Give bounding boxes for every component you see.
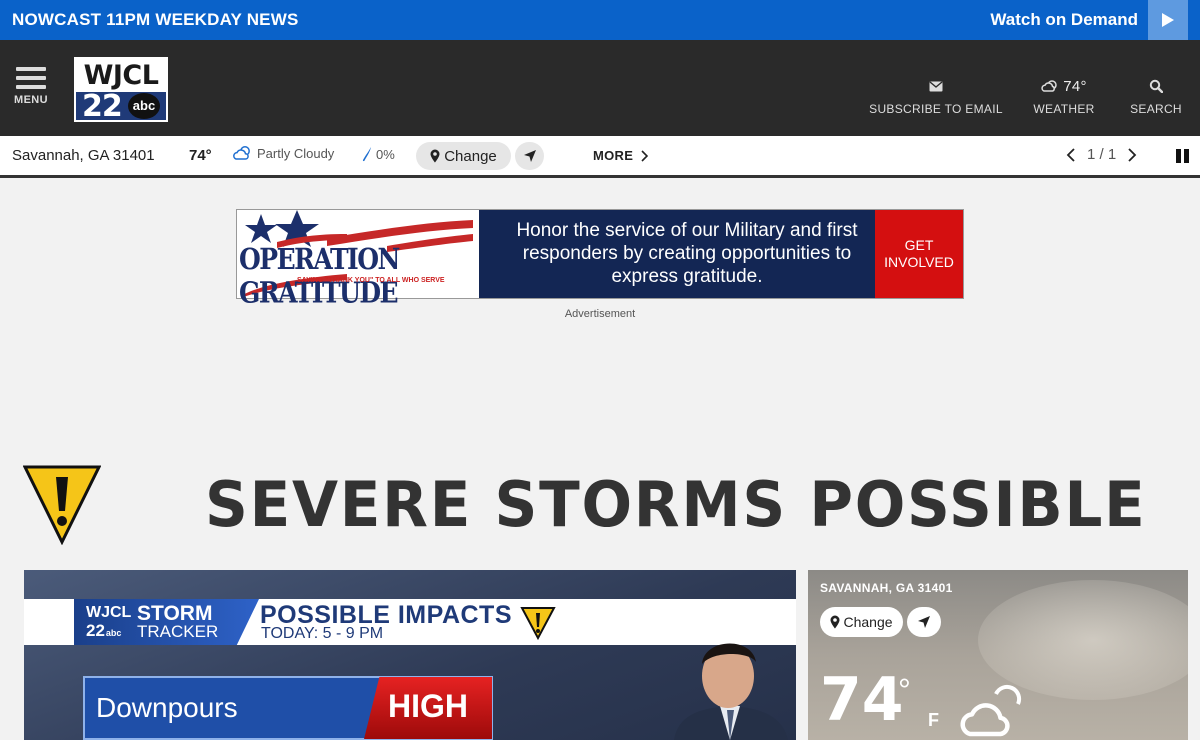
advertisement-banner[interactable]: OPERATION GRATITUDE SAYING "THANK YOU" T… <box>236 209 964 309</box>
widget-degree: ° <box>898 672 911 708</box>
search-icon <box>1126 76 1186 96</box>
more-label: MORE <box>593 148 634 163</box>
weather-label: WEATHER <box>1033 102 1095 116</box>
weather-bar: Savannah, GA 31401 74° Partly Cloudy 0% … <box>0 136 1200 178</box>
site-header: MENU WJCL 22 abc SUBSCRIBE TO EMAIL 74° … <box>0 40 1200 136</box>
ad-get-involved-button[interactable]: GET INVOLVED <box>875 210 963 298</box>
video-player[interactable]: WJCL 22abc STORM TRACKER POSSIBLE IMPACT… <box>24 570 796 740</box>
location-pin-icon <box>430 149 440 163</box>
storm-tracker-channel: 22abc <box>86 621 122 640</box>
header-weather-temp: 74° <box>1063 77 1087 95</box>
change-location-button[interactable]: Change <box>416 142 511 170</box>
navigation-arrow-icon <box>523 150 536 162</box>
location-pin-icon <box>830 615 840 629</box>
logo-call-letters: WJCL <box>76 59 166 92</box>
pause-icon[interactable] <box>1176 149 1190 163</box>
meteorologist-figure <box>674 643 788 740</box>
pager-count: 1 / 1 <box>1087 146 1117 163</box>
envelope-icon <box>866 76 1006 96</box>
ad-brand-panel: OPERATION GRATITUDE SAYING "THANK YOU" T… <box>237 210 479 309</box>
play-button[interactable] <box>1148 0 1188 40</box>
partly-cloudy-icon <box>233 146 250 160</box>
station-logo[interactable]: WJCL 22 abc <box>74 57 168 124</box>
watch-on-demand-link[interactable]: Watch on Demand <box>990 10 1138 30</box>
live-bar[interactable]: NOWCAST 11PM WEEKDAY NEWS Watch on Deman… <box>0 0 1200 40</box>
video-impacts-time: TODAY: 5 - 9 PM <box>261 625 384 642</box>
chevron-right-icon[interactable] <box>1128 147 1137 162</box>
advertisement-label: Advertisement <box>564 308 636 320</box>
weather-location: Savannah, GA 31401 <box>12 147 155 164</box>
warning-icon <box>520 607 556 640</box>
hazard-level: HIGH <box>388 688 468 724</box>
alert-pager: 1 / 1 <box>1066 146 1137 163</box>
widget-change-location-button[interactable]: Change <box>820 607 903 637</box>
weather-condition: Partly Cloudy <box>233 145 334 161</box>
hamburger-icon <box>12 67 50 89</box>
storm-tracker-tracker: TRACKER <box>137 622 219 641</box>
live-show-title[interactable]: NOWCAST 11PM WEEKDAY NEWS <box>12 10 299 30</box>
widget-use-my-location-button[interactable] <box>907 607 941 637</box>
logo-channel-number: 22 <box>82 89 123 124</box>
raindrop-icon <box>362 147 371 162</box>
more-weather-button[interactable]: MORE <box>593 148 649 163</box>
alert-headline[interactable]: SEVERE STORMS POSSIBLE <box>205 468 1147 541</box>
widget-temperature: 74 <box>820 665 904 735</box>
weather-condition-text: Partly Cloudy <box>257 145 335 161</box>
abc-logo: abc <box>128 93 160 119</box>
subscribe-email-link[interactable]: SUBSCRIBE TO EMAIL <box>866 76 1006 116</box>
ad-message: Honor the service of our Military and fi… <box>516 220 858 287</box>
partly-cloudy-icon <box>960 684 1022 737</box>
chevron-right-icon <box>641 149 649 162</box>
menu-label: MENU <box>14 94 48 106</box>
weather-widget[interactable]: SAVANNAH, GA 31401 Change 74 ° F <box>808 570 1188 740</box>
widget-change-label: Change <box>843 614 893 630</box>
ad-brand-name: OPERATION GRATITUDE <box>239 242 400 310</box>
search-button[interactable]: SEARCH <box>1126 76 1186 116</box>
precip-chance: 0% <box>361 146 395 162</box>
menu-button[interactable]: MENU <box>12 67 50 106</box>
use-my-location-button[interactable] <box>515 142 544 170</box>
search-label: SEARCH <box>1130 102 1182 116</box>
navigation-arrow-icon <box>918 616 930 628</box>
subscribe-label: SUBSCRIBE TO EMAIL <box>869 102 1003 116</box>
logo-channel-block: 22 abc <box>76 89 166 124</box>
widget-location: SAVANNAH, GA 31401 <box>820 581 953 595</box>
widget-unit: F <box>928 710 939 730</box>
warning-icon <box>23 465 101 545</box>
change-label: Change <box>444 147 497 165</box>
precip-text: 0% <box>376 146 395 162</box>
ad-brand-tagline: SAYING "THANK YOU" TO ALL WHO SERVE <box>297 277 445 284</box>
weather-temp: 74° <box>189 147 212 164</box>
storm-tracker-call-letters: WJCL <box>86 604 132 621</box>
weather-link[interactable]: 74° WEATHER <box>1028 76 1100 117</box>
play-icon <box>1162 13 1174 27</box>
hazard-name: Downpours <box>96 692 238 723</box>
chevron-left-icon[interactable] <box>1066 147 1075 162</box>
partly-cloudy-icon <box>1041 80 1057 92</box>
